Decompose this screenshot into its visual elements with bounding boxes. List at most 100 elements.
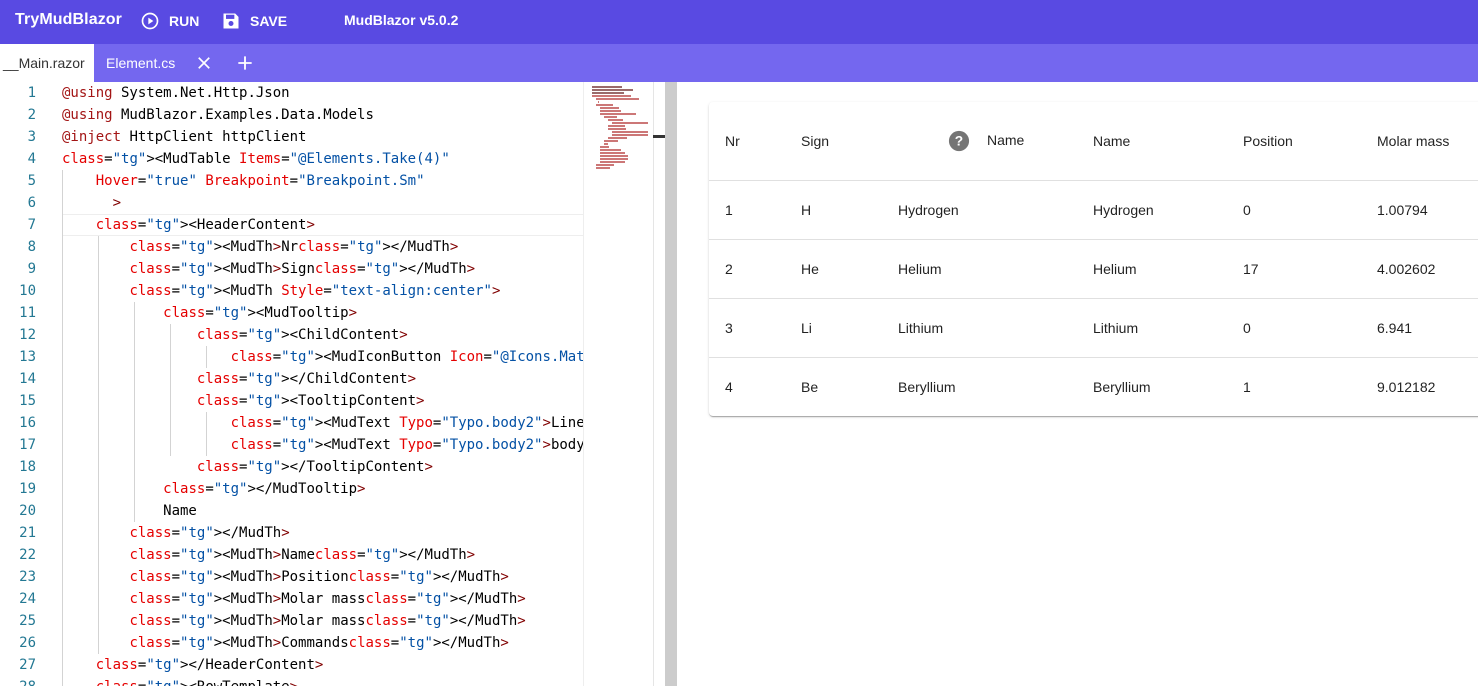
line-number: 18 bbox=[19, 459, 36, 475]
app-brand[interactable]: TryMudBlazor bbox=[15, 11, 122, 29]
table-cell: 17 bbox=[1243, 261, 1259, 277]
minimap-line bbox=[604, 140, 619, 142]
code-text: class="tg"><MudTh>Nameclass="tg"></MudTh… bbox=[129, 547, 476, 563]
code-line[interactable]: 10 class="tg"><MudTh Style="text-align:c… bbox=[0, 280, 583, 302]
line-number: 20 bbox=[19, 503, 36, 519]
code-text: class="tg"><MudTh>Positionclass="tg"></M… bbox=[129, 569, 509, 585]
close-icon[interactable] bbox=[195, 54, 213, 72]
save-icon bbox=[223, 13, 239, 29]
code-text: @inject HttpClient httpClient bbox=[62, 129, 307, 145]
code-text: class="tg"><MudTh>Signclass="tg"></MudTh… bbox=[129, 261, 476, 277]
code-line[interactable]: 23 class="tg"><MudTh>Positionclass="tg">… bbox=[0, 566, 583, 588]
code-text: @using System.Net.Http.Json bbox=[62, 85, 290, 101]
code-line[interactable]: 3 @inject HttpClient httpClient bbox=[0, 126, 583, 148]
table-row[interactable]: 2 He Helium Helium 17 4.002602 bbox=[709, 240, 1478, 299]
minimap-line bbox=[608, 128, 626, 130]
line-number: 12 bbox=[19, 327, 36, 343]
editor-scrollbar[interactable] bbox=[653, 82, 665, 686]
code-line[interactable]: 19 class="tg"></MudTooltip> bbox=[0, 478, 583, 500]
table-row[interactable]: 4 Be Beryllium Beryllium 1 9.012182 bbox=[709, 358, 1478, 416]
table-cell: 1 bbox=[725, 202, 733, 218]
table-cell: 2 bbox=[725, 261, 733, 277]
code-line[interactable]: 11 class="tg"><MudTooltip> bbox=[0, 302, 583, 324]
code-line[interactable]: 1 @using System.Net.Http.Json bbox=[0, 82, 583, 104]
table-cell: 9.012182 bbox=[1377, 379, 1436, 395]
table-cell: Helium bbox=[898, 261, 942, 277]
preview-pane: Nr Sign ? Name Name Position Molar mass … bbox=[677, 82, 1478, 686]
code-text: class="tg"></MudTooltip> bbox=[163, 481, 366, 497]
table-cell: H bbox=[801, 202, 812, 218]
code-text: class="tg"><MudTh>Molar massclass="tg"><… bbox=[129, 591, 526, 607]
code-line[interactable]: 14 class="tg"></ChildContent> bbox=[0, 368, 583, 390]
code-line[interactable]: 5 Hover="true" Breakpoint="Breakpoint.Sm… bbox=[0, 170, 583, 192]
line-number: 23 bbox=[19, 569, 36, 585]
line-number: 7 bbox=[27, 217, 36, 233]
code-line[interactable]: 16 class="tg"><MudText Typo="Typo.body2"… bbox=[0, 412, 583, 434]
code-text: class="tg"><ChildContent> bbox=[196, 327, 408, 343]
code-editor[interactable]: 1 @using System.Net.Http.Json 2 @using MudB… bbox=[0, 82, 583, 686]
tab-main-razor[interactable]: __Main.razor bbox=[0, 44, 94, 82]
code-line[interactable]: 17 class="tg"><MudText Typo="Typo.body2"… bbox=[0, 434, 583, 456]
table-row[interactable]: 1 H Hydrogen Hydrogen 0 1.00794 bbox=[709, 181, 1478, 240]
code-line[interactable]: 7 class="tg"><HeaderContent> bbox=[0, 214, 583, 236]
code-line[interactable]: 18 class="tg"></TooltipContent> bbox=[0, 456, 583, 478]
line-number: 16 bbox=[19, 415, 36, 431]
minimap-line bbox=[592, 92, 624, 94]
code-text: class="tg"><MudTh>Commandsclass="tg"></M… bbox=[129, 635, 509, 651]
minimap-line bbox=[596, 164, 614, 166]
code-line[interactable]: 8 class="tg"><MudTh>Nrclass="tg"></MudTh… bbox=[0, 236, 583, 258]
run-button[interactable]: RUN bbox=[140, 9, 199, 33]
play-circle-icon bbox=[141, 12, 159, 30]
code-line[interactable]: 21 class="tg"></MudTh> bbox=[0, 522, 583, 544]
code-line[interactable]: 15 class="tg"><TooltipContent> bbox=[0, 390, 583, 412]
table-cell: 0 bbox=[1243, 320, 1251, 336]
line-number: 5 bbox=[27, 173, 36, 189]
code-line[interactable]: 28 class="tg"><RowTemplate> bbox=[0, 676, 583, 686]
code-line[interactable]: 22 class="tg"><MudTh>Nameclass="tg"></Mu… bbox=[0, 544, 583, 566]
code-line[interactable]: 26 class="tg"><MudTh>Commandsclass="tg">… bbox=[0, 632, 583, 654]
table-cell: Lithium bbox=[1093, 320, 1139, 336]
code-line[interactable]: 25 class="tg"><MudTh>Molar massclass="tg… bbox=[0, 610, 583, 632]
minimap-line bbox=[596, 98, 639, 100]
code-line[interactable]: 9 class="tg"><MudTh>Signclass="tg"></Mud… bbox=[0, 258, 583, 280]
svg-text:?: ? bbox=[955, 134, 963, 149]
code-line[interactable]: 6 > bbox=[0, 192, 583, 214]
table-cell: Beryllium bbox=[1093, 379, 1151, 395]
line-number: 25 bbox=[19, 613, 36, 629]
minimap-line bbox=[600, 152, 626, 154]
line-number: 10 bbox=[19, 283, 36, 299]
code-line[interactable]: 13 class="tg"><MudIconButton Icon="@Icon… bbox=[0, 346, 583, 368]
minimap-line bbox=[600, 107, 619, 109]
file-tab-bar: __Main.razor Element.cs bbox=[0, 44, 1478, 82]
minimap-line bbox=[608, 119, 624, 121]
code-text: class="tg"><MudTh>Nrclass="tg"></MudTh> bbox=[129, 239, 459, 255]
code-line[interactable]: 24 class="tg"><MudTh>Molar massclass="tg… bbox=[0, 588, 583, 610]
plus-icon[interactable] bbox=[235, 53, 255, 73]
code-line[interactable]: 4 class="tg"><MudTable Items="@Elements.T… bbox=[0, 148, 583, 170]
editor-minimap[interactable] bbox=[583, 82, 653, 686]
table-row[interactable]: 3 Li Lithium Lithium 0 6.941 bbox=[709, 299, 1478, 358]
code-line[interactable]: 20 Name bbox=[0, 500, 583, 522]
line-number: 26 bbox=[19, 635, 36, 651]
code-line[interactable]: 12 class="tg"><ChildContent> bbox=[0, 324, 583, 346]
tab-element-cs[interactable]: Element.cs bbox=[106, 44, 175, 82]
line-number: 11 bbox=[19, 305, 36, 321]
code-line[interactable]: 2 @using MudBlazor.Examples.Data.Models bbox=[0, 104, 583, 126]
line-number: 9 bbox=[27, 261, 36, 277]
table-cell: Li bbox=[801, 320, 812, 336]
table-cell: Hydrogen bbox=[1093, 202, 1154, 218]
line-number: 4 bbox=[27, 151, 36, 167]
line-number: 15 bbox=[19, 393, 36, 409]
minimap-line bbox=[592, 86, 622, 88]
code-text: class="tg"><MudTh>Molar massclass="tg"><… bbox=[129, 613, 526, 629]
help-circle-icon[interactable]: ? bbox=[948, 130, 970, 152]
version-label: MudBlazor v5.0.2 bbox=[344, 12, 459, 28]
pane-splitter[interactable] bbox=[665, 82, 677, 686]
save-button[interactable]: SAVE bbox=[221, 9, 287, 33]
app-bar: TryMudBlazor RUN SAVE MudBlazor v5.0.2 bbox=[0, 0, 1478, 44]
minimap-line bbox=[604, 143, 609, 145]
line-number: 21 bbox=[19, 525, 36, 541]
table-cell: 6.941 bbox=[1377, 320, 1413, 336]
minimap-line bbox=[600, 113, 637, 115]
code-line[interactable]: 27 class="tg"></HeaderContent> bbox=[0, 654, 583, 676]
